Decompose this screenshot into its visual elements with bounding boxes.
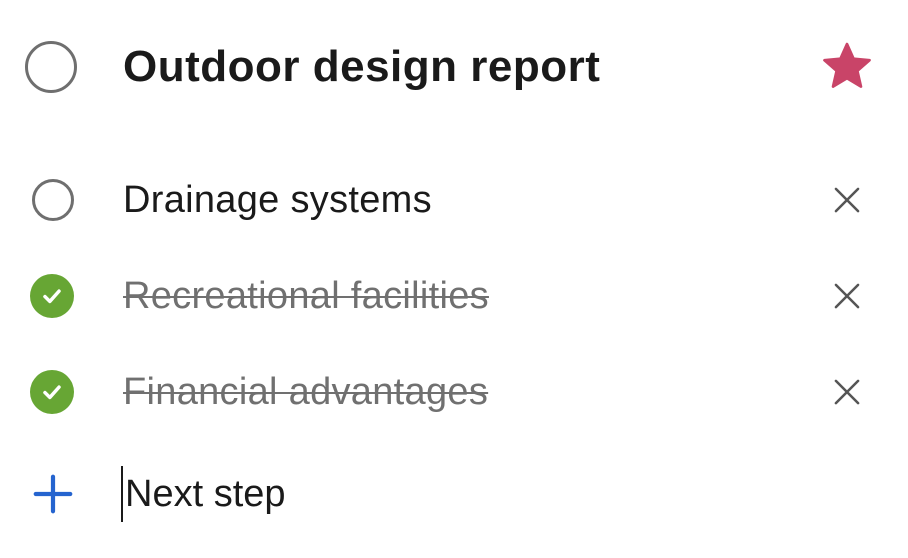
close-icon[interactable] — [828, 277, 866, 315]
task-header: Outdoor design report — [0, 30, 908, 104]
close-icon[interactable] — [828, 373, 866, 411]
checkmark-circle-icon[interactable] — [30, 370, 74, 414]
step-label[interactable]: Recreational facilities — [123, 275, 489, 318]
step-label[interactable]: Drainage systems — [123, 179, 432, 222]
step-complete-circle-icon[interactable] — [32, 179, 74, 221]
plus-icon[interactable] — [30, 471, 76, 517]
star-icon[interactable] — [820, 40, 874, 94]
next-step-input[interactable]: Next step — [121, 466, 721, 522]
task-complete-circle-icon[interactable] — [25, 41, 77, 93]
add-step-row: Next step — [0, 460, 908, 528]
step-item: Drainage systems — [0, 168, 908, 232]
step-item: Financial advantages — [0, 360, 908, 424]
step-item: Recreational facilities — [0, 264, 908, 328]
close-icon[interactable] — [828, 181, 866, 219]
step-label[interactable]: Financial advantages — [123, 371, 488, 414]
checkmark-circle-icon[interactable] — [30, 274, 74, 318]
task-title[interactable]: Outdoor design report — [123, 42, 600, 92]
